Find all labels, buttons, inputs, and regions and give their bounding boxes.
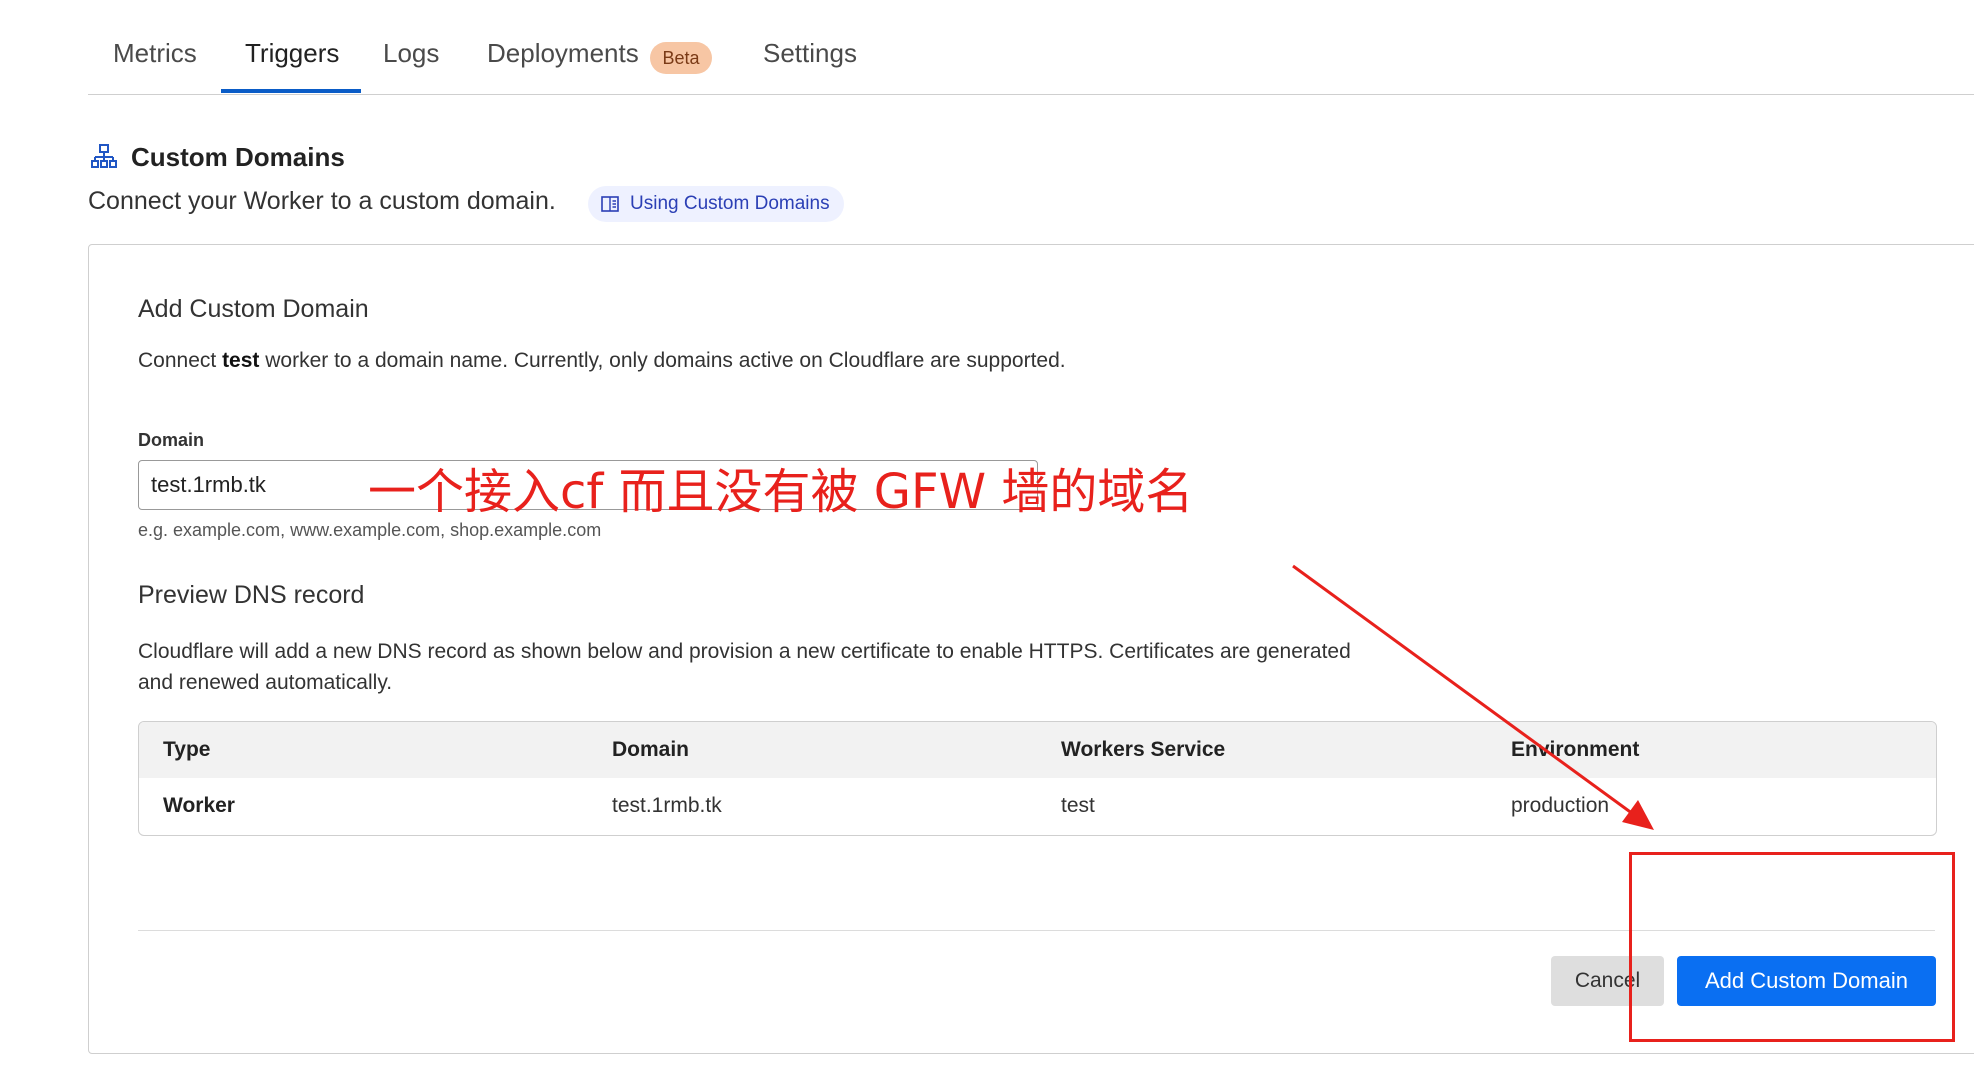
card-description: Connect test worker to a domain name. Cu… xyxy=(138,349,1066,372)
tab-metrics[interactable]: Metrics xyxy=(113,38,197,69)
domain-hint: e.g. example.com, www.example.com, shop.… xyxy=(138,520,602,540)
section-title: Custom Domains xyxy=(131,142,345,172)
cell-type: Worker xyxy=(163,794,235,817)
column-header-domain: Domain xyxy=(612,738,690,761)
worker-name: test xyxy=(222,349,260,372)
book-icon xyxy=(601,196,619,212)
cell-workers-service: test xyxy=(1061,794,1095,817)
column-header-workers-service: Workers Service xyxy=(1061,738,1226,761)
card-title: Add Custom Domain xyxy=(138,295,369,323)
column-header-environment: Environment xyxy=(1511,738,1640,761)
annotation-text: 一个接入cf 而且没有被 GFW 墙的域名 xyxy=(368,464,1194,520)
cell-domain: test.1rmb.tk xyxy=(612,794,722,817)
using-custom-domains-link[interactable]: Using Custom Domains xyxy=(588,186,844,222)
beta-badge: Beta xyxy=(650,42,712,74)
tab-bar: Metrics Triggers Logs Deployments Beta S… xyxy=(88,0,1974,95)
sitemap-icon xyxy=(91,144,117,168)
doc-link-label: Using Custom Domains xyxy=(630,193,830,214)
preview-title: Preview DNS record xyxy=(138,581,365,609)
preview-description: Cloudflare will add a new DNS record as … xyxy=(138,640,1351,694)
tab-settings[interactable]: Settings xyxy=(763,38,857,69)
domain-field-label: Domain xyxy=(138,430,205,450)
section-description: Connect your Worker to a custom domain. xyxy=(88,187,556,215)
tab-logs[interactable]: Logs xyxy=(383,38,439,69)
active-tab-indicator xyxy=(221,89,361,93)
dns-preview-table: Type Domain Workers Service Environment … xyxy=(138,721,1937,836)
column-header-type: Type xyxy=(163,738,211,761)
tab-deployments[interactable]: Deployments xyxy=(487,38,639,69)
tab-triggers[interactable]: Triggers xyxy=(245,38,339,69)
annotation-box xyxy=(1629,852,1955,1042)
table-header: Type Domain Workers Service Environment xyxy=(139,722,1936,778)
cell-environment: production xyxy=(1511,794,1610,817)
